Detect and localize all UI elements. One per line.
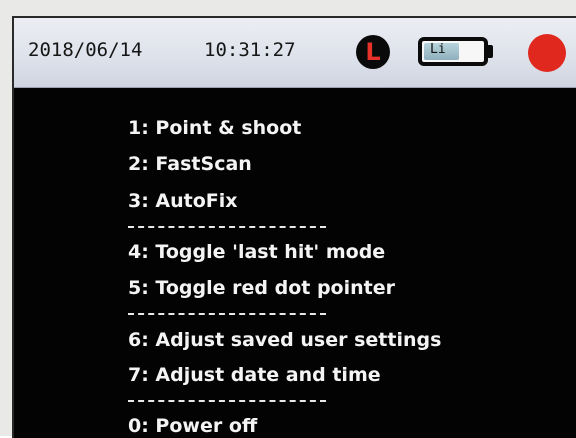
menu-item-autofix[interactable]: 3: AutoFix	[128, 190, 238, 212]
battery-label: Li	[430, 42, 446, 57]
last-hit-icon: L	[356, 35, 390, 69]
last-hit-letter: L	[365, 38, 381, 66]
status-bar: 2018/06/14 10:31:27 L Li	[14, 18, 576, 88]
menu-item-fastscan[interactable]: 2: FastScan	[128, 153, 252, 175]
device-screen: 2018/06/14 10:31:27 L Li 1: Point & shoo…	[12, 16, 576, 438]
record-indicator-icon	[528, 34, 566, 72]
status-date: 2018/06/14	[28, 39, 143, 61]
device-bezel: 2018/06/14 10:31:27 L Li 1: Point & shoo…	[0, 0, 576, 438]
status-time: 10:31:27	[204, 39, 296, 61]
battery-icon: Li	[418, 37, 488, 66]
menu-divider	[128, 313, 326, 315]
menu-item-date-time[interactable]: 7: Adjust date and time	[128, 364, 381, 386]
menu-divider	[128, 226, 326, 228]
menu-item-user-settings[interactable]: 6: Adjust saved user settings	[128, 329, 441, 351]
menu-divider	[128, 400, 326, 402]
menu-item-toggle-last-hit[interactable]: 4: Toggle 'last hit' mode	[128, 241, 385, 263]
menu-item-power-off[interactable]: 0: Power off	[128, 415, 257, 437]
menu-item-point-and-shoot[interactable]: 1: Point & shoot	[128, 117, 301, 139]
menu-item-toggle-red-dot[interactable]: 5: Toggle red dot pointer	[128, 277, 395, 299]
main-menu: 1: Point & shoot 2: FastScan 3: AutoFix …	[14, 87, 576, 438]
battery-terminal	[488, 45, 493, 58]
